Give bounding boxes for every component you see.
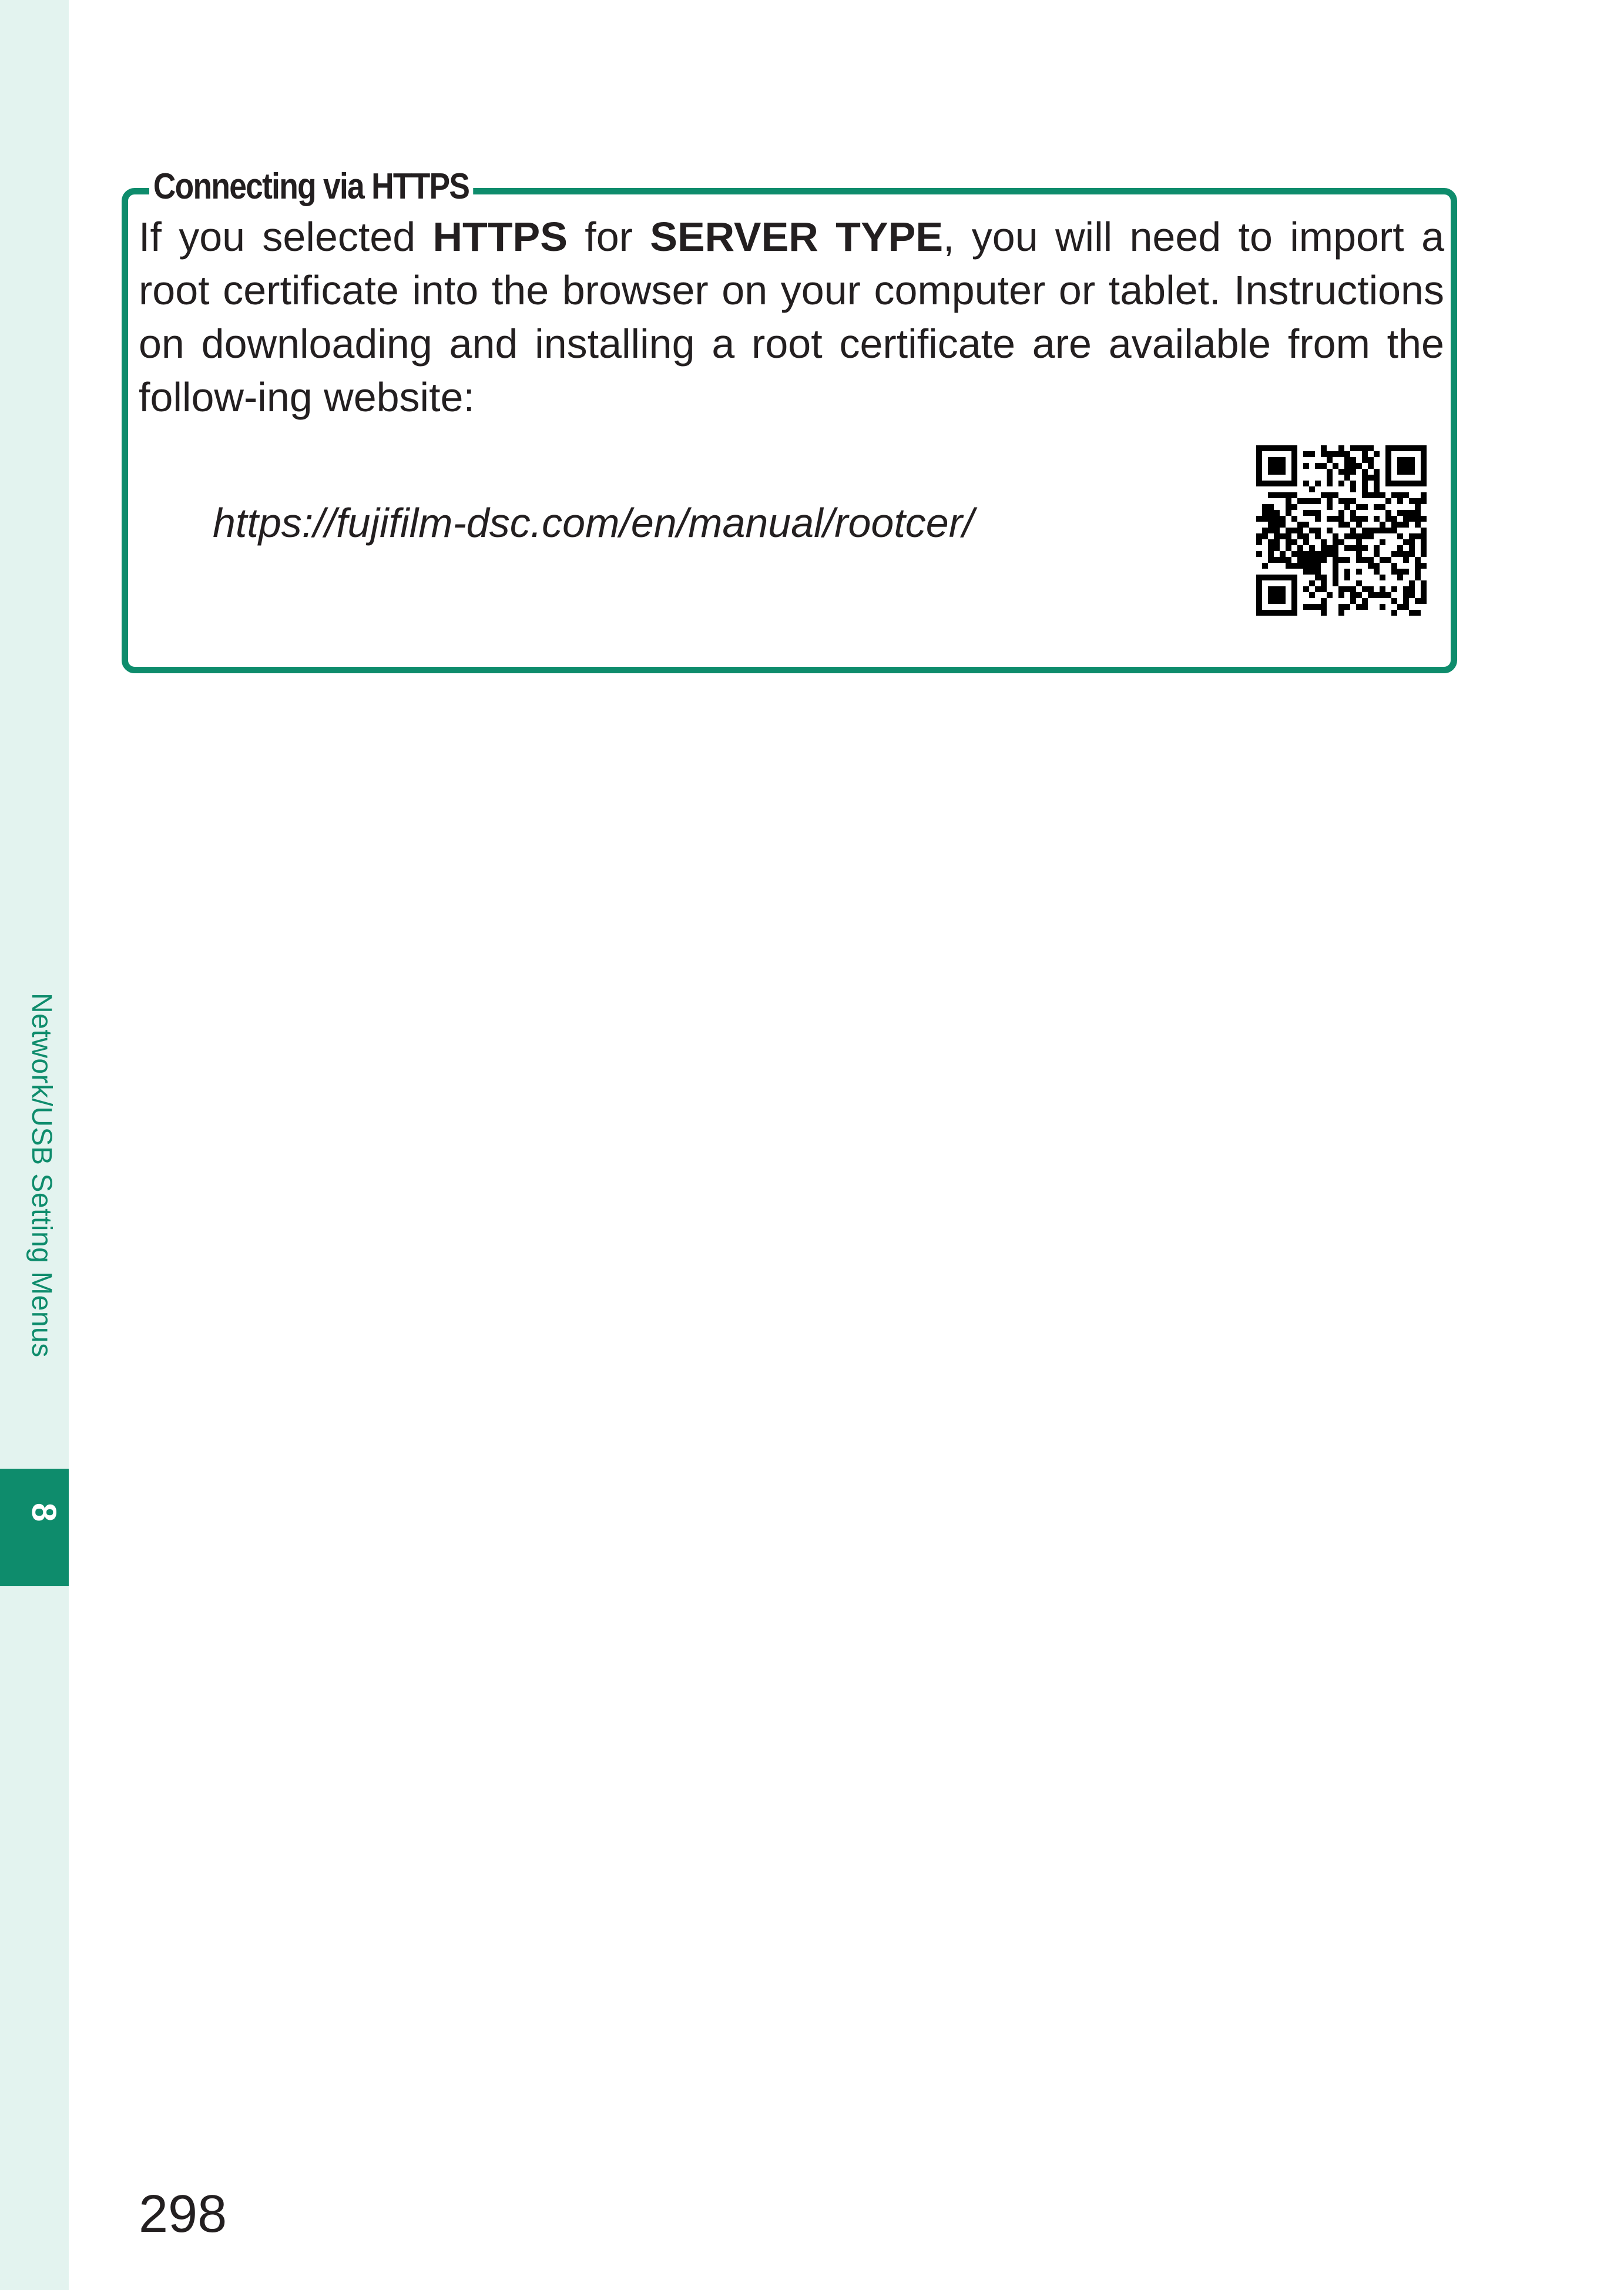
note-title: Connecting via HTTPS [149,166,474,207]
root-certificate-url[interactable]: https://fujifilm-dsc.com/en/manual/rootc… [213,499,974,546]
section-label: Network/USB Setting Menus [26,993,57,1358]
note-body: If you selected HTTPS for SERVER TYPE, y… [139,210,1444,424]
page-number: 298 [139,2185,227,2244]
qr-code-icon [1256,445,1427,616]
note-text: If you selected [139,214,433,260]
server-type-setting: SERVER TYPE [650,214,944,260]
note-text: for [567,214,650,260]
https-option: HTTPS [432,214,568,260]
chapter-number: 8 [25,1503,63,1522]
